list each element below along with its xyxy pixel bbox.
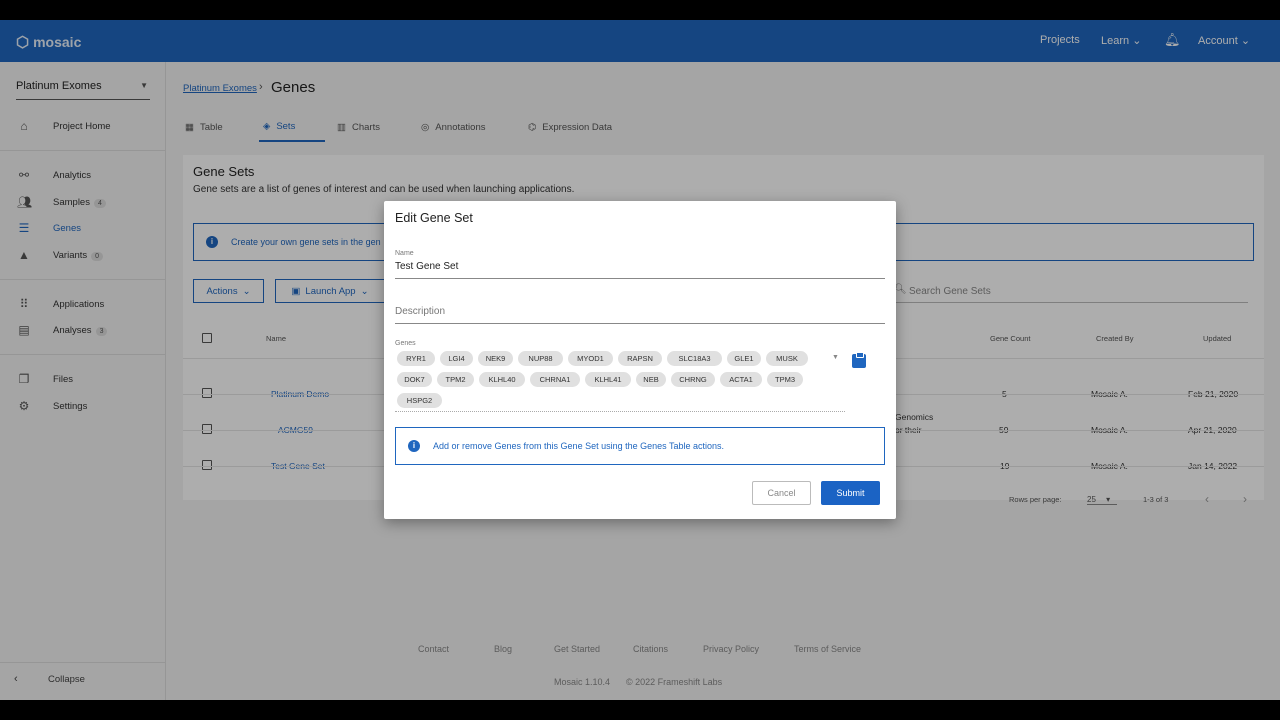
cancel-label: Cancel [767, 488, 796, 498]
genes-chip-input[interactable]: RYR1 LGI4 NEK9 NUP88 MYOD1 RAPSN SLC18A3 GLE1 MU… [395, 351, 845, 412]
gene-chip[interactable]: KLHL40 [479, 372, 525, 387]
gene-chip[interactable]: RYR1 [397, 351, 435, 366]
edit-gene-set-dialog: Edit Gene Set Name Test Gene Set Descrip… [384, 201, 896, 519]
gene-chip[interactable]: SLC18A3 [667, 351, 722, 366]
gene-chip[interactable]: RAPSN [618, 351, 662, 366]
description-field[interactable]: Description [395, 306, 885, 324]
gene-chip[interactable]: LGI4 [440, 351, 473, 366]
clipboard-icon[interactable] [852, 352, 866, 368]
gene-chip[interactable]: NUP88 [518, 351, 563, 366]
cancel-button[interactable]: Cancel [752, 481, 811, 505]
submit-label: Submit [836, 488, 865, 498]
gene-chip[interactable]: GLE1 [727, 351, 761, 366]
gene-chip[interactable]: TPM3 [767, 372, 803, 387]
gene-chip[interactable]: ACTA1 [720, 372, 762, 387]
name-value: Test Gene Set [395, 261, 459, 272]
gene-chip[interactable]: HSPG2 [397, 393, 442, 408]
gene-chip[interactable]: TPM2 [437, 372, 474, 387]
gene-chip[interactable]: CHRNG [671, 372, 715, 387]
dialog-title: Edit Gene Set [395, 211, 473, 225]
gene-chip[interactable]: KLHL41 [585, 372, 631, 387]
app-frame: ⬡ mosaic Projects Learn ⌄ 🔔︎ Account ⌄ P… [0, 20, 1280, 700]
gene-chip[interactable]: NEK9 [478, 351, 513, 366]
gene-chip[interactable]: MUSK [766, 351, 808, 366]
info-icon: i [408, 440, 420, 452]
info-text: Add or remove Genes from this Gene Set u… [433, 441, 724, 451]
description-placeholder: Description [395, 306, 446, 317]
info-banner: i Add or remove Genes from this Gene Set… [395, 427, 885, 465]
submit-button[interactable]: Submit [821, 481, 880, 505]
name-label: Name [395, 250, 414, 257]
gene-chip[interactable]: CHRNA1 [530, 372, 580, 387]
genes-label: Genes [395, 340, 416, 347]
caret-down-icon[interactable]: ▼ [832, 354, 839, 361]
gene-chip[interactable]: NEB [636, 372, 666, 387]
gene-chip[interactable]: MYOD1 [568, 351, 613, 366]
gene-chip[interactable]: DOK7 [397, 372, 432, 387]
name-field[interactable]: Test Gene Set [395, 261, 885, 279]
